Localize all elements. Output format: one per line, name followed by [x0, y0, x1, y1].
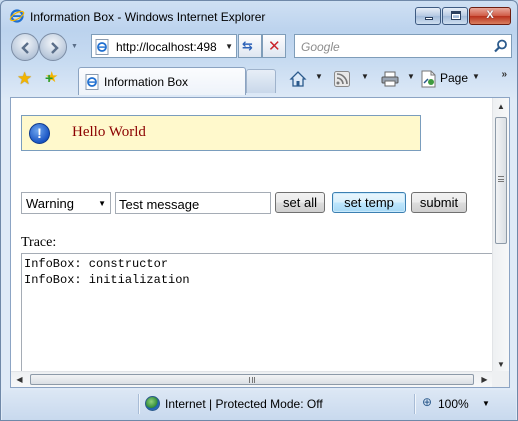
status-divider: [138, 394, 139, 414]
scroll-right-icon[interactable]: ▶: [476, 372, 493, 387]
message-type-select[interactable]: Warning ▼: [21, 192, 111, 214]
print-dropdown-icon[interactable]: ▼: [407, 72, 415, 81]
browser-window: Information Box - Windows Internet Explo…: [0, 0, 518, 421]
message-input[interactable]: Test message: [115, 192, 271, 214]
command-row: ★ ★ + Information Box ▼ ▼ ▼ Page ▼ »: [1, 63, 517, 95]
refresh-icon: ⇆: [242, 38, 253, 53]
address-url[interactable]: http://localhost:498: [116, 40, 217, 54]
forward-button[interactable]: [39, 33, 67, 61]
star-icon[interactable]: ★: [17, 70, 32, 87]
trace-label: Trace:: [21, 235, 57, 250]
back-button[interactable]: [11, 33, 39, 61]
new-tab-button[interactable]: [246, 69, 276, 93]
page-icon[interactable]: [421, 70, 437, 88]
feeds-dropdown-icon[interactable]: ▼: [361, 72, 369, 81]
page-viewport: ! Hello World Warning ▼ Test message set…: [10, 97, 510, 388]
vertical-scroll-thumb[interactable]: [495, 117, 507, 244]
grip-icon: [249, 377, 255, 383]
page-menu-button[interactable]: Page: [440, 71, 468, 85]
close-icon: X: [486, 9, 494, 21]
security-zone[interactable]: Internet | Protected Mode: Off: [165, 397, 323, 411]
zoom-dropdown-icon[interactable]: ▼: [482, 399, 490, 408]
page-dropdown-icon[interactable]: ▼: [472, 72, 480, 81]
horizontal-scroll-thumb[interactable]: [30, 374, 474, 385]
title-bar: Information Box - Windows Internet Explo…: [1, 1, 517, 31]
rss-feed-icon[interactable]: [334, 70, 350, 88]
maximize-icon: [451, 11, 461, 20]
forward-arrow-icon: [51, 42, 59, 54]
page-ie-icon: [95, 39, 109, 55]
grip-icon: [498, 176, 504, 182]
scroll-up-icon[interactable]: ▲: [493, 98, 509, 115]
globe-icon: [145, 396, 160, 411]
caption-buttons: X: [414, 7, 511, 25]
trace-log[interactable]: InfoBox: constructor InfoBox: initializa…: [21, 253, 493, 373]
home-icon[interactable]: [289, 70, 307, 88]
address-dropdown-icon[interactable]: ▼: [225, 42, 233, 51]
stop-icon: ✕: [268, 38, 281, 55]
set-all-button[interactable]: set all: [275, 192, 325, 213]
address-bar[interactable]: http://localhost:498 ▼: [91, 34, 237, 58]
add-favorites-icon[interactable]: ★ +: [45, 70, 58, 87]
trace-line: InfoBox: initialization: [24, 273, 190, 287]
recent-pages-dropdown[interactable]: ▼: [71, 43, 78, 50]
information-box: ! Hello World: [21, 115, 421, 151]
minimize-button[interactable]: [415, 7, 441, 25]
minimize-icon: [425, 17, 433, 20]
status-divider: [414, 394, 415, 414]
message-input-value: Test message: [119, 197, 200, 212]
controls-row: Warning ▼ Test message set all set temp …: [21, 192, 491, 216]
address-row: ▼ http://localhost:498 ▼ ⇆ ✕ Google: [1, 31, 517, 63]
horizontal-scrollbar[interactable]: ◀ ▶: [11, 371, 493, 387]
refresh-button[interactable]: ⇆: [238, 34, 262, 58]
tab-information-box[interactable]: Information Box: [78, 67, 246, 95]
scrollbar-corner: [492, 371, 509, 387]
back-arrow-icon: [21, 42, 29, 54]
status-bar: Internet | Protected Mode: Off ⊕ 100% ▼: [2, 390, 516, 420]
stop-button[interactable]: ✕: [262, 34, 286, 58]
search-placeholder: Google: [301, 40, 340, 54]
info-message: Hello World: [72, 124, 146, 140]
zoom-level[interactable]: 100%: [438, 397, 469, 411]
search-input[interactable]: Google: [294, 34, 512, 58]
chevron-down-icon[interactable]: ▼: [98, 199, 106, 208]
more-commands-icon[interactable]: »: [501, 69, 507, 80]
vertical-scrollbar[interactable]: ▲ ▼: [492, 98, 509, 373]
trace-line: InfoBox: constructor: [24, 257, 169, 271]
tab-label: Information Box: [104, 75, 189, 89]
window-title: Information Box - Windows Internet Explo…: [30, 10, 266, 24]
info-icon: !: [29, 123, 50, 144]
scroll-left-icon[interactable]: ◀: [11, 372, 28, 387]
home-dropdown-icon[interactable]: ▼: [315, 72, 323, 81]
ie-logo-icon: [9, 9, 25, 23]
zoom-icon[interactable]: ⊕: [422, 395, 432, 409]
close-window-button[interactable]: X: [469, 7, 511, 25]
message-type-value: Warning: [26, 196, 74, 211]
set-temp-button[interactable]: set temp: [332, 192, 406, 213]
search-icon[interactable]: [494, 39, 508, 53]
ie-page-icon: [85, 74, 99, 90]
maximize-button[interactable]: [442, 7, 468, 25]
submit-button[interactable]: submit: [411, 192, 467, 213]
printer-icon[interactable]: [381, 70, 399, 88]
